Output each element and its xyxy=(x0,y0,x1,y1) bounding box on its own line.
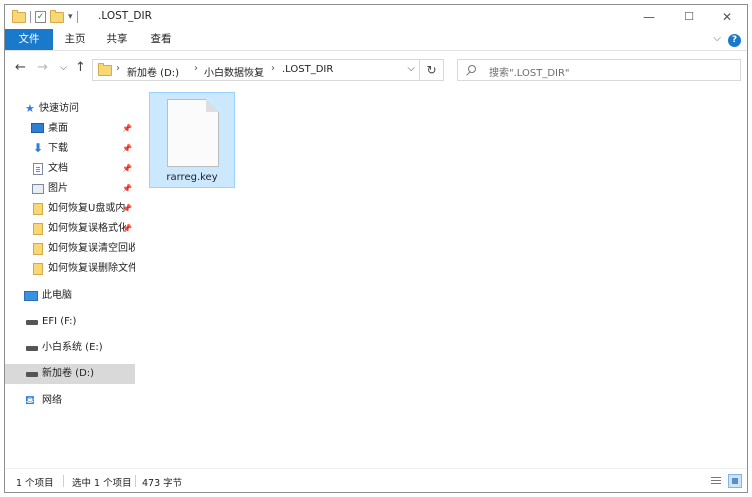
new-folder-icon[interactable] xyxy=(50,9,64,23)
navigation-pane: ★ 快速访问 桌面 📌 ⬇ 下载 📌 文档 📌 图片 📌 如何恢复U盘或内 📌 xyxy=(5,91,135,467)
file-list: rarreg.key xyxy=(135,85,747,469)
folder-icon xyxy=(33,223,43,235)
file-icon xyxy=(167,99,219,167)
tab-file[interactable]: 文件 xyxy=(5,29,53,50)
documents-icon xyxy=(33,163,43,175)
toolbar-separator xyxy=(30,11,31,23)
forward-arrow-icon[interactable]: → xyxy=(37,60,48,76)
computer-icon xyxy=(24,291,38,301)
drive-icon xyxy=(26,346,38,351)
pin-icon: 📌 xyxy=(122,124,132,133)
pin-icon: 📌 xyxy=(122,144,132,153)
breadcrumb-lost-dir[interactable]: .LOST_DIR xyxy=(282,64,333,75)
minimize-button[interactable]: — xyxy=(629,5,669,29)
sidebar-item-this-pc[interactable]: 此电脑 xyxy=(5,286,135,306)
search-input[interactable]: 搜索".LOST_DIR" xyxy=(489,64,570,79)
explorer-window: ✓ ▾ .LOST_DIR — ☐ ✕ 文件 主页 共享 查看 ⌵ ? ← → … xyxy=(4,4,748,493)
maximize-button[interactable]: ☐ xyxy=(669,5,709,29)
help-icon[interactable]: ? xyxy=(728,34,741,47)
chevron-right-icon[interactable]: › xyxy=(194,63,198,74)
properties-icon[interactable]: ✓ xyxy=(35,11,46,23)
search-icon xyxy=(468,65,476,73)
recent-locations-icon[interactable]: ⌵ xyxy=(60,60,67,76)
sidebar-item-network[interactable]: ⛾ 网络 xyxy=(5,391,135,411)
sidebar-item-drive-d[interactable]: 新加卷 (D:) xyxy=(5,364,135,384)
folder-icon xyxy=(33,243,43,255)
large-icons-view-icon[interactable] xyxy=(728,474,742,488)
sidebar-item-quick-access[interactable]: ★ 快速访问 xyxy=(5,99,135,119)
tab-share[interactable]: 共享 xyxy=(97,29,137,50)
sidebar-item-drive-f[interactable]: EFI (F:) xyxy=(5,312,135,332)
up-arrow-icon[interactable]: ↑ xyxy=(75,60,86,76)
download-icon: ⬇ xyxy=(33,141,44,155)
title-bar: ✓ ▾ .LOST_DIR — ☐ ✕ xyxy=(5,5,747,29)
status-selected-size: 473 字节 xyxy=(142,478,183,489)
status-bar: 1 个项目 选中 1 个项目 473 字节 xyxy=(5,468,747,492)
drive-icon xyxy=(26,372,38,377)
sidebar-item-folder-format[interactable]: 如何恢复误格式化 📌 xyxy=(5,219,135,239)
tab-home[interactable]: 主页 xyxy=(55,29,95,50)
refresh-icon[interactable]: ↻ xyxy=(420,59,444,81)
chevron-right-icon[interactable]: › xyxy=(271,63,275,74)
sidebar-item-folder-recycle[interactable]: 如何恢复误清空回收 xyxy=(5,239,135,259)
ribbon-expand-icon[interactable]: ⌵ xyxy=(713,33,721,44)
status-item-count: 1 个项目 xyxy=(16,478,54,489)
desktop-icon xyxy=(31,123,44,133)
file-name: rarreg.key xyxy=(166,172,218,183)
folder-icon xyxy=(98,63,112,76)
sidebar-item-folder-usb[interactable]: 如何恢复U盘或内 📌 xyxy=(5,199,135,219)
status-separator xyxy=(63,475,64,487)
sidebar-item-folder-delete[interactable]: 如何恢复误删除文件 xyxy=(5,259,135,279)
chevron-down-icon[interactable]: ⌵ xyxy=(407,63,415,74)
search-box[interactable]: 搜索".LOST_DIR" xyxy=(457,59,741,81)
sidebar-item-drive-e[interactable]: 小白系统 (E:) xyxy=(5,338,135,358)
navigation-bar: ← → ⌵ ↑ › 新加卷 (D:) › 小白数据恢复 › .LOST_DIR … xyxy=(5,51,747,85)
folder-icon xyxy=(12,9,26,23)
back-arrow-icon[interactable]: ← xyxy=(15,60,26,76)
customize-toolbar-icon[interactable]: ▾ xyxy=(68,12,73,22)
pin-icon: 📌 xyxy=(122,184,132,193)
window-title: .LOST_DIR xyxy=(98,10,152,22)
sidebar-item-desktop[interactable]: 桌面 📌 xyxy=(5,119,135,139)
quick-access-toolbar: ✓ ▾ xyxy=(12,9,78,24)
file-item[interactable]: rarreg.key xyxy=(149,92,235,188)
toolbar-separator xyxy=(76,11,78,23)
folder-icon xyxy=(33,263,43,275)
sidebar-item-downloads[interactable]: ⬇ 下载 📌 xyxy=(5,139,135,159)
tab-view[interactable]: 查看 xyxy=(141,29,181,50)
breadcrumb-drive-d[interactable]: 新加卷 (D:) xyxy=(127,64,179,79)
pin-icon: 📌 xyxy=(122,164,132,173)
pin-icon: 📌 xyxy=(122,224,132,233)
pictures-icon xyxy=(32,184,44,194)
close-button[interactable]: ✕ xyxy=(707,5,747,29)
network-icon: ⛾ xyxy=(25,393,35,407)
drive-icon xyxy=(26,320,38,325)
sidebar-item-pictures[interactable]: 图片 📌 xyxy=(5,179,135,199)
chevron-right-icon[interactable]: › xyxy=(116,63,120,74)
breadcrumb-xiaobai[interactable]: 小白数据恢复 xyxy=(204,64,264,79)
status-separator xyxy=(135,475,136,487)
ribbon: 文件 主页 共享 查看 ⌵ ? xyxy=(5,29,747,51)
status-selected-count: 选中 1 个项目 xyxy=(72,478,132,489)
sidebar-item-documents[interactable]: 文档 📌 xyxy=(5,159,135,179)
address-bar[interactable]: › 新加卷 (D:) › 小白数据恢复 › .LOST_DIR ⌵ xyxy=(92,59,420,81)
pin-icon: 📌 xyxy=(122,204,132,213)
folder-icon xyxy=(33,203,43,215)
star-icon: ★ xyxy=(25,102,35,115)
details-view-icon[interactable] xyxy=(709,474,723,488)
